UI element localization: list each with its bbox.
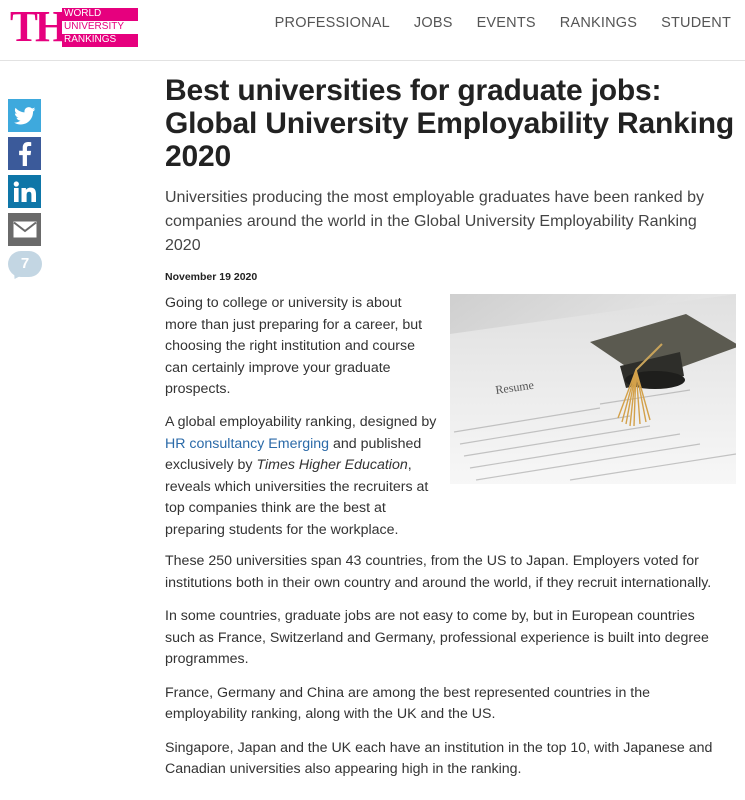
comment-count: 7 xyxy=(20,255,30,272)
linkedin-icon xyxy=(13,180,36,202)
header-divider xyxy=(0,60,745,61)
logo-line-rankings: RANKINGS xyxy=(62,34,138,47)
twitter-icon xyxy=(13,106,35,124)
logo-line-world: WORLD xyxy=(62,8,138,21)
nav-professional[interactable]: PROFESSIONAL xyxy=(263,14,402,32)
paragraph-4: In some countries, graduate jobs are not… xyxy=(165,608,709,667)
facebook-icon xyxy=(18,141,31,166)
article-standfirst: Universities producing the most employab… xyxy=(165,189,704,254)
nav-student[interactable]: STUDENT xyxy=(649,14,731,32)
paragraph-2-text-a: A global employability ranking, designed… xyxy=(165,414,437,430)
email-icon xyxy=(12,221,37,238)
article-body: These 250 universities span 43 countries… xyxy=(165,551,725,793)
share-email-button[interactable] xyxy=(8,213,41,246)
the-logo[interactable]: THE WORLD UNIVERSITY RANKINGS xyxy=(10,5,140,49)
paragraph-5: France, Germany and China are among the … xyxy=(165,684,651,723)
logo-line-university: UNIVERSITY xyxy=(62,21,138,34)
share-twitter-button[interactable] xyxy=(8,99,41,132)
nav-jobs[interactable]: JOBS xyxy=(402,14,465,32)
article-header: Best universities for graduate jobs: Glo… xyxy=(165,74,735,284)
publication-name: Times Higher Education xyxy=(256,457,408,473)
article-title: Best universities for graduate jobs: Glo… xyxy=(165,74,734,173)
nav-rankings[interactable]: RANKINGS xyxy=(548,14,649,32)
share-linkedin-button[interactable] xyxy=(8,175,41,208)
main-nav: PROFESSIONAL JOBS EVENTS RANKINGS STUDEN… xyxy=(263,14,731,32)
comment-count-button[interactable]: 7 xyxy=(8,251,42,285)
paragraph-1: Going to college or university is about … xyxy=(165,295,423,397)
article-image: Resume xyxy=(450,294,736,484)
nav-events[interactable]: EVENTS xyxy=(465,14,548,32)
paragraph-3: These 250 universities span 43 countries… xyxy=(165,553,712,591)
share-facebook-button[interactable] xyxy=(8,137,41,170)
site-header: THE WORLD UNIVERSITY RANKINGS PROFESSION… xyxy=(0,0,745,52)
paragraph-2: A global employability ranking, designed… xyxy=(165,412,447,541)
share-bar: 7 xyxy=(8,99,42,285)
emerging-link[interactable]: HR consultancy Emerging xyxy=(165,436,329,452)
paragraph-6: Singapore, Japan and the UK each have an… xyxy=(165,739,713,778)
article-date: November 19 2020 xyxy=(165,271,258,283)
logo-wordmark: WORLD UNIVERSITY RANKINGS xyxy=(62,8,138,47)
graduation-cap-on-resume-photo: Resume xyxy=(450,294,736,484)
